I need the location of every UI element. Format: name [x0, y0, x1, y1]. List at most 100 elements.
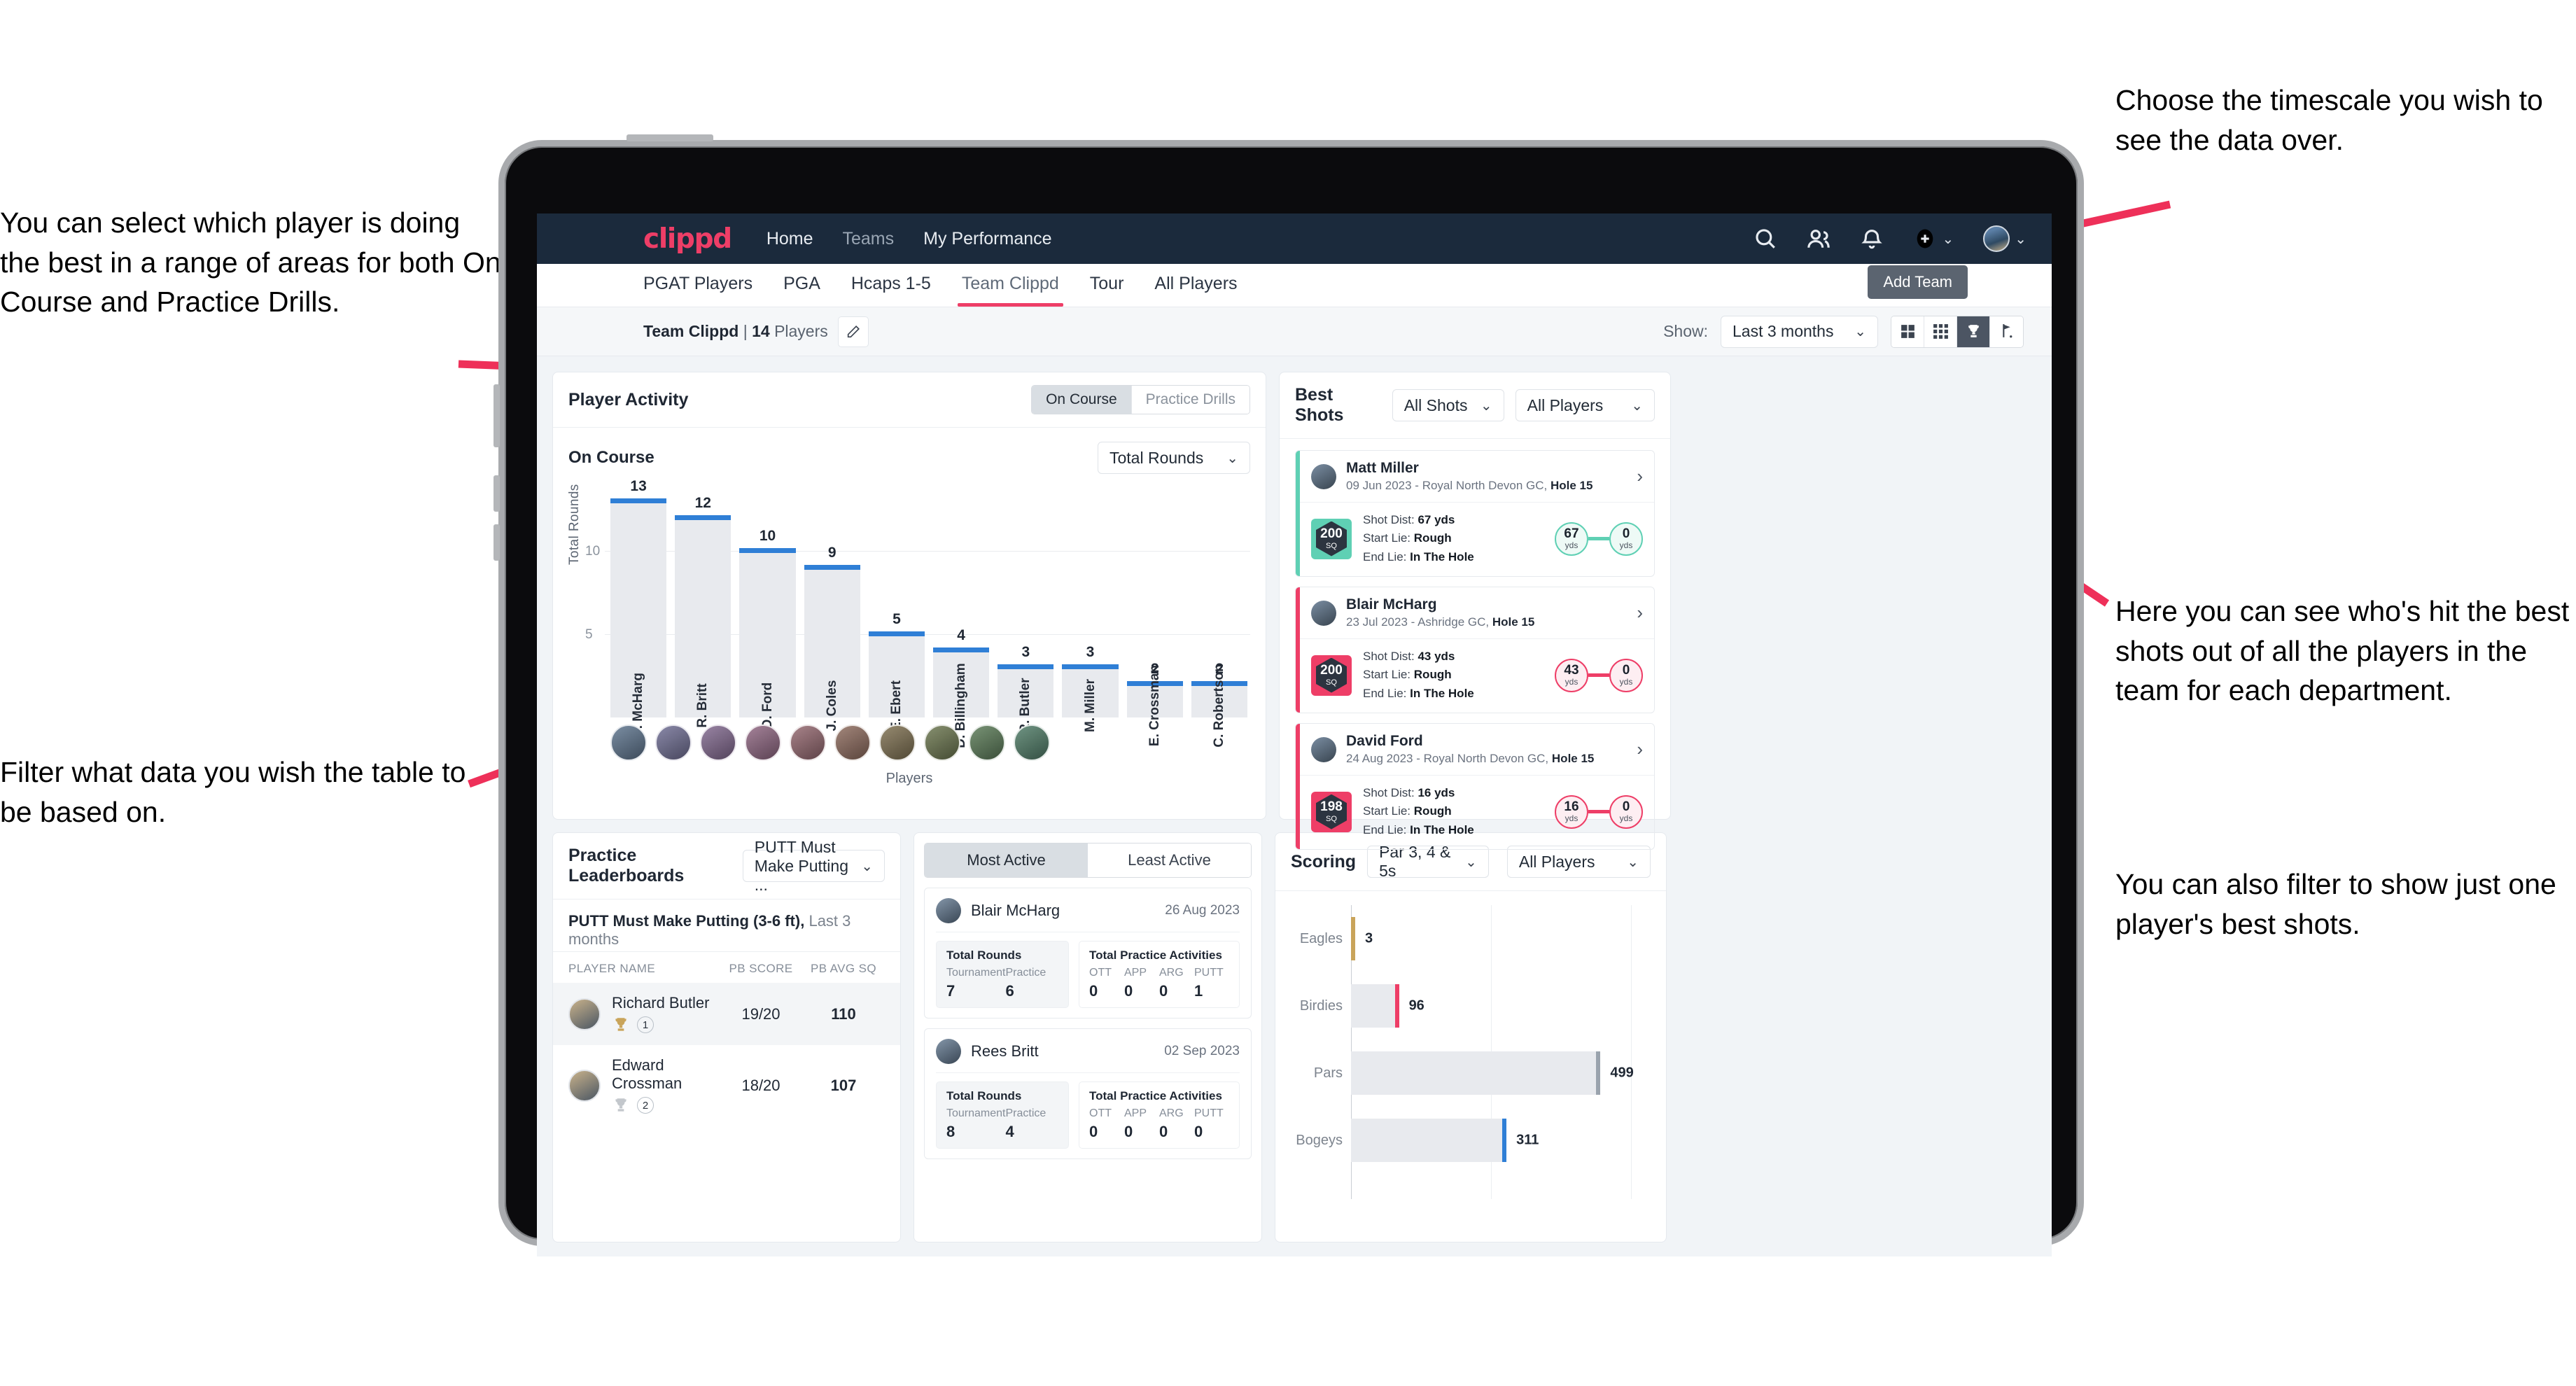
chevron-right-icon[interactable]: › [1637, 738, 1643, 760]
scoring-bar[interactable] [1351, 984, 1399, 1028]
best-shot-card[interactable]: Matt Miller 09 Jun 2023 - Royal North Dev… [1295, 450, 1655, 578]
rounds-metric: Practice 6 [1005, 967, 1046, 1000]
scoring-bar[interactable] [1351, 1051, 1601, 1095]
tab-pgat-players[interactable]: PGAT Players [643, 274, 752, 297]
pb-avg-sq-cell: 110 [831, 1004, 856, 1023]
segment-on-course[interactable]: On Course [1032, 386, 1132, 414]
best-shot-card[interactable]: Blair McHarg 23 Jul 2023 - Ashridge GC, H… [1295, 587, 1655, 714]
scoring-bar[interactable] [1351, 1119, 1507, 1162]
search-icon[interactable] [1754, 227, 1777, 251]
total-rounds-box: Total Rounds Tournament 7 Practice 6 [936, 941, 1069, 1008]
player-avatar[interactable] [1014, 724, 1050, 761]
end-lie-row: End Lie: In The Hole [1363, 548, 1474, 566]
user-menu[interactable]: ⌄ [1983, 225, 2026, 252]
team-name: Team Clippd [643, 322, 739, 340]
scoring-player-select[interactable]: All Players ⌄ [1506, 846, 1651, 878]
player-avatar[interactable] [790, 724, 826, 761]
chart-bar-group: 10 D. Ford [739, 482, 796, 729]
shot-quality-badge: 200 SQ [1311, 654, 1352, 696]
end-distance-value: 0 [1622, 799, 1630, 815]
drill-name: PUTT Must Make Putting (3-6 ft), [568, 912, 805, 930]
people-icon[interactable] [1807, 227, 1830, 251]
player-avatar[interactable] [834, 724, 871, 761]
card-accent-stripe [1296, 724, 1300, 850]
drill-select[interactable]: PUTT Must Make Putting ... ⌄ [742, 838, 885, 894]
activity-feed-card: Most Active Least Active Blair McHarg 26 … [913, 832, 1262, 1242]
tab-tour[interactable]: Tour [1090, 274, 1124, 297]
tab-all-players[interactable]: All Players [1154, 274, 1237, 297]
best-shot-card[interactable]: David Ford 24 Aug 2023 - Royal North Devo… [1295, 723, 1655, 850]
segment-practice-drills[interactable]: Practice Drills [1131, 386, 1250, 414]
end-lie-value: In The Hole [1410, 686, 1474, 700]
tab-least-active[interactable]: Least Active [1088, 844, 1251, 877]
activity-header: Rees Britt 02 Sep 2023 [936, 1039, 1240, 1073]
best-shots-list: Matt Miller 09 Jun 2023 - Royal North Dev… [1280, 439, 1670, 850]
team-toolbar: Team Clippd | 14 Players Show: Last 3 mo… [537, 307, 2052, 356]
activity-date: 02 Sep 2023 [1164, 1044, 1240, 1058]
dashboard-body: Player Activity On Course Practice Drill… [537, 356, 2052, 1256]
start-lie-label: Start Lie: [1363, 804, 1411, 818]
player-avatar[interactable] [969, 724, 1005, 761]
player-cell: Richard Butler 1 [568, 994, 720, 1034]
start-lie-value: Rough [1413, 804, 1452, 818]
scoring-bar-value: 499 [1610, 1065, 1634, 1081]
view-toggle-trophy[interactable] [1957, 316, 1990, 347]
par-type-select[interactable]: Par 3, 4 & 5s ⌄ [1367, 843, 1489, 880]
player-avatar[interactable] [655, 724, 692, 761]
end-distance-unit: yds [1619, 813, 1633, 824]
add-team-tooltip: Add Team [1868, 265, 1968, 299]
view-toggle-grid-3x3[interactable] [1924, 316, 1957, 347]
shot-meta: 24 Aug 2023 - Royal North Devon GC, Hole… [1346, 752, 1594, 766]
clippd-logo[interactable]: clippd [643, 223, 732, 255]
player-avatar[interactable] [879, 724, 916, 761]
shot-quality-badge: 200 SQ [1311, 518, 1352, 559]
player-name: Edward Crossman [612, 1056, 682, 1092]
scoring-bar-cap [1351, 917, 1355, 960]
nav-link-home[interactable]: Home [766, 229, 813, 249]
view-toggle-flag[interactable] [1990, 316, 2023, 347]
activity-header: Blair McHarg 26 Aug 2023 [936, 898, 1240, 932]
timescale-select[interactable]: Last 3 months ⌄ [1721, 315, 1878, 348]
best-shots-player-select[interactable]: All Players ⌄ [1515, 389, 1655, 421]
flag-icon [2003, 324, 2012, 338]
chart-y-tick-10: 10 [585, 544, 601, 559]
chart-bar-cap [933, 648, 990, 653]
view-toggle-grid-2x2[interactable] [1891, 316, 1924, 347]
tab-pga[interactable]: PGA [783, 274, 820, 297]
practice-metric: OTT 0 [1089, 967, 1112, 1000]
plus-circle-icon[interactable] [1913, 227, 1937, 251]
tab-hcaps-1-5[interactable]: Hcaps 1-5 [851, 274, 931, 297]
add-menu[interactable]: ⌄ [1913, 227, 1954, 251]
player-avatar[interactable] [610, 724, 647, 761]
shot-type-select[interactable]: All Shots ⌄ [1392, 389, 1504, 421]
avatar[interactable] [1983, 225, 2010, 252]
shot-type-value: All Shots [1404, 396, 1468, 414]
chart-bar-value: 9 [827, 545, 836, 561]
activity-card[interactable]: Rees Britt 02 Sep 2023 Total Rounds Tournam… [924, 1028, 1252, 1159]
practice-metric: PUTT 1 [1194, 967, 1224, 1000]
hexagon-icon: 200 SQ [1316, 521, 1347, 556]
activity-card[interactable]: Blair McHarg 26 Aug 2023 Total Rounds Tourn… [924, 888, 1252, 1018]
player-avatar[interactable] [700, 724, 736, 761]
chart-bar-group: 2 C. Robertson [1191, 482, 1248, 748]
edit-team-button[interactable] [837, 316, 869, 347]
player-avatar[interactable] [745, 724, 781, 761]
volume-up-button [493, 475, 500, 512]
view-toggle-group [1891, 315, 2024, 348]
table-row[interactable]: Richard Butler 1 19/20 110 [553, 983, 900, 1045]
start-distance-value: 43 [1564, 663, 1579, 678]
annotation-player-selection: You can select which player is doing the… [0, 206, 501, 318]
tablet-screen: clippd Home Teams My Performance ⌄ ⌄ PGA… [537, 214, 2052, 1256]
tab-team-clippd[interactable]: Team Clippd [957, 274, 1063, 307]
chevron-down-icon: ⌄ [1480, 398, 1492, 414]
player-cell: Edward Crossman 2 [568, 1056, 720, 1114]
chevron-right-icon[interactable]: › [1637, 602, 1643, 624]
table-row[interactable]: Edward Crossman 2 18/20 107 [553, 1045, 900, 1126]
nav-link-my-performance[interactable]: My Performance [923, 229, 1051, 249]
chevron-right-icon[interactable]: › [1637, 465, 1643, 487]
metric-select[interactable]: Total Rounds ⌄ [1098, 442, 1250, 474]
tab-most-active[interactable]: Most Active [925, 844, 1088, 877]
bell-icon[interactable] [1860, 227, 1884, 251]
player-avatar[interactable] [924, 724, 960, 761]
nav-link-teams[interactable]: Teams [843, 229, 895, 249]
